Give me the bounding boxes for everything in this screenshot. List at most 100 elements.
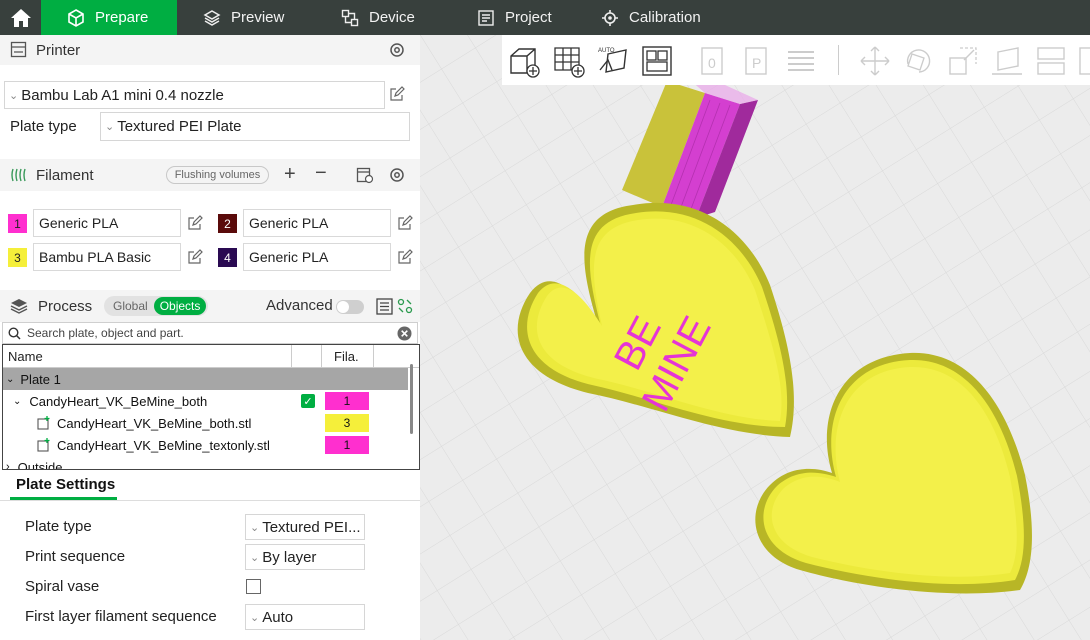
tab-prepare[interactable]: Prepare <box>41 0 177 35</box>
printer-select[interactable]: ⌄ Bambu Lab A1 mini 0.4 nozzle <box>4 81 385 109</box>
tree-row-plate[interactable]: ⌄ Plate 1 <box>3 368 408 390</box>
chevron-down-icon: ⌄ <box>105 121 115 133</box>
printer-select-value: Bambu Lab A1 mini 0.4 nozzle <box>21 86 224 104</box>
remove-filament-icon[interactable]: − <box>315 162 327 185</box>
filament-name-field[interactable]: Generic PLA <box>33 209 181 237</box>
filament-settings-gear-icon[interactable] <box>388 166 406 184</box>
tree-row-part[interactable]: CandyHeart_VK_BeMine_textonly.stl 1 <box>3 434 408 456</box>
object-visible-checkbox[interactable]: ✓ <box>301 394 315 408</box>
edit-filament-icon[interactable] <box>187 249 203 265</box>
auto-orient-icon[interactable]: AUTO <box>596 44 630 78</box>
tree-row-outside[interactable]: › Outside <box>3 456 408 470</box>
flushing-volumes-button[interactable]: Flushing volumes <box>166 166 269 184</box>
plate-type-label: Plate type <box>10 118 77 135</box>
home-button[interactable] <box>0 0 41 35</box>
filament-slot-number: 4 <box>224 250 231 265</box>
first-layer-sequence-value: Auto <box>262 608 294 626</box>
ps-plate-type-value: Textured PEI... <box>262 518 361 536</box>
divider <box>0 500 420 501</box>
collapse-arrow-icon[interactable]: ⌄ <box>13 396 21 407</box>
filament-slot-number: 1 <box>14 216 21 231</box>
rotate-icon <box>906 49 931 73</box>
tree-row-object[interactable]: ⌄ CandyHeart_VK_BeMine_both ✓ 1 <box>3 390 408 412</box>
printer-settings-gear-icon[interactable] <box>388 41 406 59</box>
ps-plate-type-label: Plate type <box>25 518 92 535</box>
first-layer-sequence-select[interactable]: ⌄ Auto <box>245 604 365 630</box>
filament-slot-number: 2 <box>224 216 231 231</box>
filament-color-swatch[interactable]: 1 <box>8 214 27 233</box>
split-to-parts-icon: P <box>745 47 767 75</box>
tab-preview[interactable]: Preview <box>177 0 315 35</box>
clear-search-icon[interactable] <box>397 326 412 341</box>
document-icon <box>478 9 494 26</box>
viewport-toolbar: AUTO 0 P <box>502 35 1090 85</box>
tree-row-label: CandyHeart_VK_BeMine_both <box>29 393 208 409</box>
arrange-icon[interactable] <box>640 44 674 78</box>
device-icon <box>341 9 359 26</box>
edit-filament-icon[interactable] <box>187 215 203 231</box>
tree-row-label: CandyHeart_VK_BeMine_both.stl <box>57 415 252 431</box>
chevron-down-icon: ⌄ <box>9 89 19 102</box>
tab-device[interactable]: Device <box>315 0 451 35</box>
toggle-objects[interactable]: Objects <box>153 297 207 315</box>
filament-color-swatch[interactable]: 2 <box>218 214 237 233</box>
search-icon <box>8 326 21 340</box>
tree-row-part[interactable]: CandyHeart_VK_BeMine_both.stl 3 <box>3 412 408 434</box>
print-sequence-select[interactable]: ⌄ By layer <box>245 544 365 570</box>
object-settings-icon[interactable] <box>397 298 413 314</box>
filament-spool-icon <box>11 168 26 182</box>
advanced-switch[interactable] <box>336 300 364 314</box>
expand-arrow-icon[interactable]: › <box>6 461 10 469</box>
3d-viewport[interactable]: BE MINE AUTO 0 P <box>420 35 1090 640</box>
lay-on-face-icon <box>992 47 1022 75</box>
add-object-icon[interactable] <box>507 44 541 78</box>
more-tools-icon <box>1079 47 1090 75</box>
process-layers-icon <box>10 299 28 314</box>
list-view-icon[interactable] <box>376 298 393 315</box>
spiral-vase-checkbox[interactable] <box>246 579 261 594</box>
layers-icon <box>203 9 221 26</box>
advanced-label: Advanced <box>266 297 333 314</box>
plate-settings-tab[interactable]: Plate Settings <box>16 476 115 493</box>
add-filament-icon[interactable]: + <box>284 163 296 186</box>
filament-name-field[interactable]: Generic PLA <box>243 243 391 271</box>
tab-label: Device <box>369 9 415 26</box>
home-icon <box>10 8 31 27</box>
toggle-global[interactable]: Global <box>107 297 154 315</box>
ps-plate-type-select[interactable]: ⌄ Textured PEI... <box>245 514 365 540</box>
toolbar-separator <box>838 45 839 75</box>
sync-ams-icon[interactable] <box>356 167 374 184</box>
cube-icon <box>68 8 84 27</box>
tab-project[interactable]: Project <box>451 0 575 35</box>
part-icon <box>37 416 50 430</box>
tab-calibration[interactable]: Calibration <box>575 0 725 35</box>
filament-name-field[interactable]: Generic PLA <box>243 209 391 237</box>
split-to-objects-icon: 0 <box>701 47 723 75</box>
plate-type-select[interactable]: ⌄ Textured PEI Plate <box>100 112 410 141</box>
chevron-down-icon: ⌄ <box>250 521 260 534</box>
collapse-arrow-icon[interactable]: ⌄ <box>6 374 14 385</box>
tab-label: Calibration <box>629 9 701 26</box>
printer-section-header: Printer <box>0 35 420 65</box>
filament-name-field[interactable]: Bambu PLA Basic <box>33 243 181 271</box>
edit-filament-icon[interactable] <box>397 215 413 231</box>
process-section-title: Process <box>38 297 93 315</box>
filament-color-swatch[interactable]: 4 <box>218 248 237 267</box>
tab-label: Project <box>505 9 552 26</box>
edit-printer-icon[interactable] <box>389 86 405 102</box>
edit-filament-icon[interactable] <box>397 249 413 265</box>
tree-row-label: CandyHeart_VK_BeMine_textonly.stl <box>57 437 270 453</box>
global-objects-toggle[interactable]: Global Objects <box>104 296 208 316</box>
filament-badge[interactable]: 1 <box>325 436 369 454</box>
filament-color-swatch[interactable]: 3 <box>8 248 27 267</box>
filament-badge[interactable]: 1 <box>325 392 369 410</box>
tree-scrollbar[interactable] <box>410 364 413 434</box>
calibration-gear-icon <box>602 9 618 26</box>
add-plate-icon[interactable] <box>552 44 586 78</box>
chevron-down-icon: ⌄ <box>250 551 260 564</box>
filament-section-title: Filament <box>36 166 94 184</box>
object-search-bar[interactable]: Search plate, object and part. <box>2 322 418 344</box>
layers-editing-icon <box>788 51 814 71</box>
build-plate-grid: BE MINE <box>420 35 1090 640</box>
filament-badge[interactable]: 3 <box>325 414 369 432</box>
